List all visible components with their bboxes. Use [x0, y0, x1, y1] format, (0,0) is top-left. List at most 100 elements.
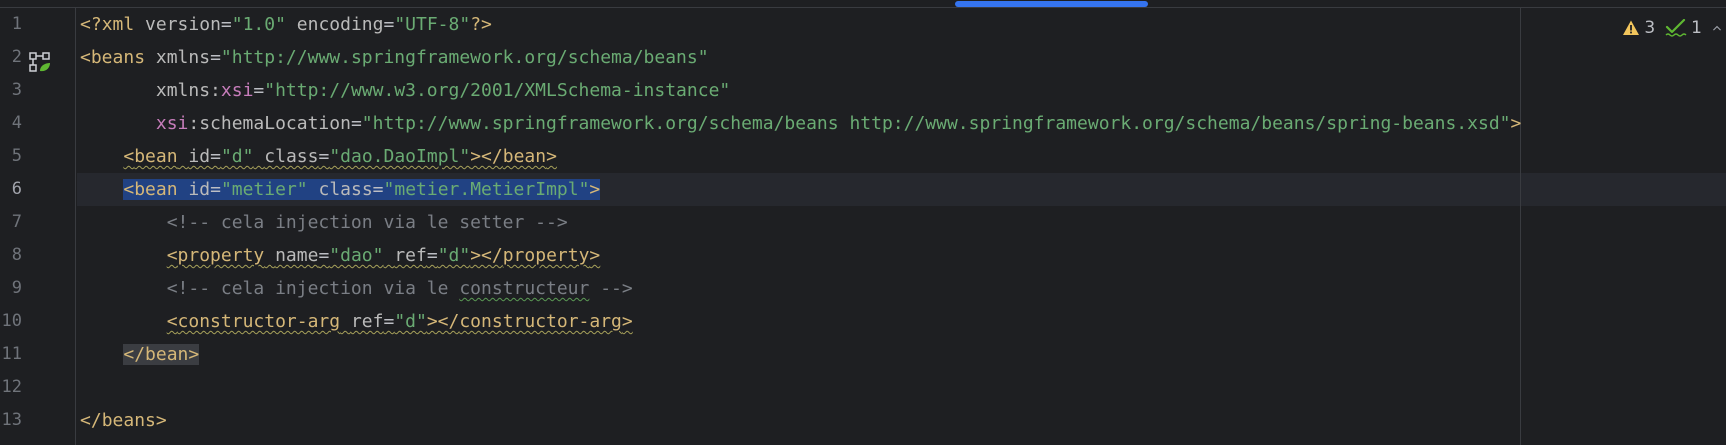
token: = [383, 14, 395, 35]
code-line-7[interactable]: <!-- cela injection via le setter --> [80, 206, 568, 239]
code-line-6[interactable]: <bean id="metier" class="metier.MetierIm… [80, 173, 601, 206]
code-line-5[interactable]: <bean id="d" class="dao.DaoImpl"></bean> [80, 140, 557, 173]
token: = [210, 47, 221, 68]
token: ref [394, 245, 427, 266]
selected-text[interactable]: <bean id="metier" class="metier.MetierIm… [123, 179, 601, 200]
token: </ [80, 410, 102, 431]
code-line-13[interactable]: </beans> [80, 404, 167, 437]
token: ></ [470, 146, 503, 167]
token: "http://www.springframework.org/schema/b… [220, 47, 709, 68]
comment: --> [589, 278, 633, 299]
token: "metier.MetierImpl" [383, 179, 590, 200]
line-number: 13 [1, 410, 22, 430]
token: ref [350, 311, 384, 332]
token: :schemaLocation [188, 113, 351, 134]
token: class [318, 179, 373, 200]
token: = [350, 113, 362, 134]
token: xmlns [155, 47, 211, 68]
token: = [318, 245, 330, 266]
token: "1.0" [231, 14, 286, 35]
token: ></ [426, 311, 460, 332]
matching-tag-highlight: </bean> [123, 344, 200, 365]
chevron-up-icon[interactable] [1712, 21, 1726, 35]
token: < [123, 179, 135, 200]
token: constructor-arg [459, 311, 622, 332]
token: property [502, 245, 590, 266]
line-number-gutter[interactable]: 1 2 3 4 5 6 7 8 9 10 11 12 13 [0, 8, 76, 445]
warnings-indicator[interactable]: 3 [1622, 18, 1655, 38]
token: id [188, 146, 211, 167]
line-number: 11 [1, 344, 22, 364]
code-editor[interactable]: 1 2 3 4 5 6 7 8 9 10 11 12 13 <?xml vers… [0, 0, 1726, 445]
token: bean [134, 146, 178, 167]
token: < [166, 311, 178, 332]
token: xsi [155, 113, 189, 134]
token: <? [80, 14, 102, 35]
line-number: 5 [11, 146, 22, 166]
token: beans [101, 410, 156, 431]
line-number: 4 [11, 113, 22, 133]
spring-beans-gutter-icon[interactable] [28, 51, 52, 75]
token: "http://www.w3.org/2001/XMLSchema-instan… [264, 80, 731, 101]
line-number: 10 [1, 311, 22, 331]
token: encoding [296, 14, 384, 35]
line-number-current: 6 [11, 179, 22, 199]
code-line-1[interactable]: <?xml version="1.0" encoding="UTF-8"?> [80, 8, 492, 41]
token: "d" [394, 311, 427, 332]
token: class [264, 146, 319, 167]
code-line-10[interactable]: <constructor-arg ref="d"></constructor-a… [80, 305, 633, 338]
token: > [546, 146, 557, 167]
token: = [253, 80, 265, 101]
token: = [318, 146, 330, 167]
token: property [177, 245, 265, 266]
token: "d" [437, 245, 471, 266]
token: ></ [470, 245, 503, 266]
token: = [383, 311, 395, 332]
token: version [145, 14, 221, 35]
token: "dao.DaoImpl" [329, 146, 471, 167]
code-line-4[interactable]: xsi:schemaLocation="http://www.springfra… [80, 107, 1521, 140]
right-margin-guide [1520, 8, 1521, 445]
code-line-8[interactable]: <property name="dao" ref="d"></property> [80, 239, 601, 272]
typos-indicator[interactable]: 1 [1665, 18, 1702, 38]
token: = [220, 14, 232, 35]
token: = [210, 179, 221, 200]
code-line-9[interactable]: <!-- cela injection via le constructeur … [80, 272, 633, 305]
typo-word[interactable]: constructeur [459, 278, 589, 299]
line-number: 3 [11, 80, 22, 100]
comment: <!-- cela injection via le setter --> [166, 212, 568, 233]
warning-triangle-icon [1623, 20, 1640, 35]
token: "dao" [329, 245, 384, 266]
token: "d" [220, 146, 254, 167]
line-number: 8 [11, 245, 22, 265]
token: < [166, 245, 178, 266]
line-number: 2 [11, 47, 22, 67]
token: xml [101, 14, 135, 35]
token: bean [134, 179, 178, 200]
token: < [123, 146, 135, 167]
token: constructor-arg [177, 311, 341, 332]
comment: <!-- cela injection via le [166, 278, 460, 299]
token: xmlns: [155, 80, 221, 101]
code-line-2[interactable]: <beans xmlns="http://www.springframework… [80, 41, 709, 74]
line-number: 9 [11, 278, 22, 298]
inspection-status[interactable]: 3 1 [1622, 14, 1726, 42]
horizontal-scrollbar-thumb[interactable] [955, 1, 1148, 7]
token: "http://www.springframework.org/schema/b… [361, 113, 1511, 134]
code-line-3[interactable]: xmlns:xsi="http://www.w3.org/2001/XMLSch… [80, 74, 730, 107]
token: name [275, 245, 319, 266]
warnings-count: 3 [1644, 18, 1656, 38]
code-line-11[interactable]: </bean> [80, 338, 200, 371]
